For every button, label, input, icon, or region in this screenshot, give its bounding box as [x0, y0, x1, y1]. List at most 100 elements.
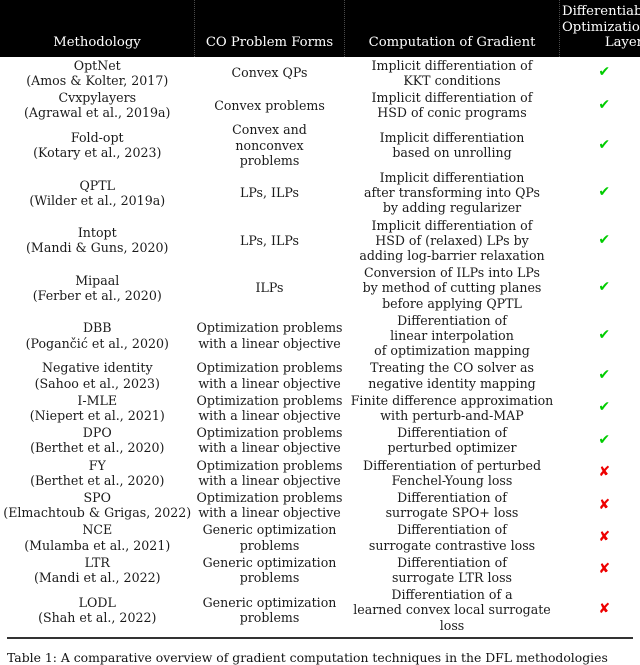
cell-differentiable-layer: ✔ [560, 169, 640, 217]
check-icon: ✔ [598, 279, 610, 295]
cell-gradient: Differentiation of perturbed Fenchel-You… [345, 457, 560, 489]
check-icon: ✔ [598, 432, 610, 448]
cell-problem-forms: Optimization problems with a linear obje… [195, 312, 345, 360]
cell-differentiable-layer: ✔ [560, 312, 640, 360]
cell-differentiable-layer: ✘ [560, 489, 640, 521]
cell-differentiable-layer: ✘ [560, 554, 640, 586]
cross-icon: ✘ [598, 497, 610, 513]
cell-methodology: LODL (Shah et al., 2022) [0, 586, 195, 634]
cell-problem-forms: LPs, ILPs [195, 217, 345, 265]
table-row: SPO (Elmachtoub & Grigas, 2022)Optimizat… [0, 489, 640, 521]
cross-icon: ✘ [598, 601, 610, 617]
cell-gradient: Differentiation of surrogate LTR loss [345, 554, 560, 586]
cell-differentiable-layer: ✔ [560, 217, 640, 265]
cell-gradient: Treating the CO solver as negative ident… [345, 359, 560, 391]
cross-icon: ✘ [598, 464, 610, 480]
check-icon: ✔ [598, 184, 610, 200]
check-icon: ✔ [598, 97, 610, 113]
cell-differentiable-layer: ✔ [560, 392, 640, 424]
cell-differentiable-layer: ✔ [560, 424, 640, 456]
cell-methodology: Intopt (Mandi & Guns, 2020) [0, 217, 195, 265]
cell-gradient: Implicit differentiation of HSD of (rela… [345, 217, 560, 265]
cell-problem-forms: Optimization problems with a linear obje… [195, 359, 345, 391]
column-header-co-problem-forms: CO Problem Forms [195, 0, 345, 57]
cell-methodology: Fold-opt (Kotary et al., 2023) [0, 121, 195, 169]
check-icon: ✔ [598, 367, 610, 383]
table-row: Negative identity (Sahoo et al., 2023)Op… [0, 359, 640, 391]
cell-problem-forms: Optimization problems with a linear obje… [195, 457, 345, 489]
cell-gradient: Conversion of ILPs into LPs by method of… [345, 264, 560, 312]
table-row: Intopt (Mandi & Guns, 2020)LPs, ILPsImpl… [0, 217, 640, 265]
cell-differentiable-layer: ✔ [560, 359, 640, 391]
cell-gradient: Differentiation of surrogate contrastive… [345, 521, 560, 553]
cell-differentiable-layer: ✔ [560, 121, 640, 169]
table-row: LTR (Mandi et al., 2022)Generic optimiza… [0, 554, 640, 586]
table-row: I-MLE (Niepert et al., 2021)Optimization… [0, 392, 640, 424]
cell-methodology: NCE (Mulamba et al., 2021) [0, 521, 195, 553]
check-icon: ✔ [598, 327, 610, 343]
cell-gradient: Differentiation of perturbed optimizer [345, 424, 560, 456]
check-icon: ✔ [598, 232, 610, 248]
cell-gradient: Implicit differentiation of HSD of conic… [345, 89, 560, 121]
cell-methodology: FY (Berthet et al., 2020) [0, 457, 195, 489]
cell-differentiable-layer: ✘ [560, 457, 640, 489]
cell-problem-forms: Generic optimization problems [195, 554, 345, 586]
cell-differentiable-layer: ✘ [560, 521, 640, 553]
cell-gradient: Implicit differentiation of KKT conditio… [345, 57, 560, 89]
cell-methodology: DBB (Pogančić et al., 2020) [0, 312, 195, 360]
table-row: LODL (Shah et al., 2022)Generic optimiza… [0, 586, 640, 634]
cell-problem-forms: Optimization problems with a linear obje… [195, 392, 345, 424]
cell-differentiable-layer: ✔ [560, 57, 640, 89]
cross-icon: ✘ [598, 529, 610, 545]
cell-problem-forms: Convex QPs [195, 57, 345, 89]
cell-gradient: Differentiation of linear interpolation … [345, 312, 560, 360]
table-row: OptNet (Amos & Kolter, 2017)Convex QPsIm… [0, 57, 640, 89]
table-row: FY (Berthet et al., 2020)Optimization pr… [0, 457, 640, 489]
cell-methodology: Mipaal (Ferber et al., 2020) [0, 264, 195, 312]
table-header: Methodology CO Problem Forms Computation… [0, 0, 640, 57]
dfl-methodology-table: Methodology CO Problem Forms Computation… [0, 0, 640, 634]
table-row: DPO (Berthet et al., 2020)Optimization p… [0, 424, 640, 456]
cell-methodology: Negative identity (Sahoo et al., 2023) [0, 359, 195, 391]
cell-problem-forms: Convex problems [195, 89, 345, 121]
table-row: Fold-opt (Kotary et al., 2023)Convex and… [0, 121, 640, 169]
table-bottom-rule [7, 637, 633, 639]
table-caption: Table 1: A comparative overview of gradi… [7, 650, 633, 665]
column-header-differentiable-optimization-layer: Differentiable Optimization Layer [560, 0, 640, 57]
cell-methodology: DPO (Berthet et al., 2020) [0, 424, 195, 456]
table-row: Cvxpylayers (Agrawal et al., 2019a)Conve… [0, 89, 640, 121]
cell-methodology: OptNet (Amos & Kolter, 2017) [0, 57, 195, 89]
table-row: NCE (Mulamba et al., 2021)Generic optimi… [0, 521, 640, 553]
check-icon: ✔ [598, 399, 610, 415]
cell-gradient: Finite difference approximation with per… [345, 392, 560, 424]
cell-problem-forms: Generic optimization problems [195, 521, 345, 553]
table-row: QPTL (Wilder et al., 2019a)LPs, ILPsImpl… [0, 169, 640, 217]
table-header-row: Methodology CO Problem Forms Computation… [0, 0, 640, 57]
cell-differentiable-layer: ✘ [560, 586, 640, 634]
cell-methodology: I-MLE (Niepert et al., 2021) [0, 392, 195, 424]
cell-problem-forms: Generic optimization problems [195, 586, 345, 634]
cell-problem-forms: Optimization problems with a linear obje… [195, 424, 345, 456]
cell-gradient: Implicit differentiation based on unroll… [345, 121, 560, 169]
cell-methodology: LTR (Mandi et al., 2022) [0, 554, 195, 586]
cell-gradient: Implicit differentiation after transform… [345, 169, 560, 217]
cell-methodology: SPO (Elmachtoub & Grigas, 2022) [0, 489, 195, 521]
cell-differentiable-layer: ✔ [560, 264, 640, 312]
cell-problem-forms: Optimization problems with a linear obje… [195, 489, 345, 521]
column-header-methodology: Methodology [0, 0, 195, 57]
cell-methodology: QPTL (Wilder et al., 2019a) [0, 169, 195, 217]
table-row: Mipaal (Ferber et al., 2020)ILPsConversi… [0, 264, 640, 312]
cell-problem-forms: Convex and nonconvex problems [195, 121, 345, 169]
cell-gradient: Differentiation of surrogate SPO+ loss [345, 489, 560, 521]
table-row: DBB (Pogančić et al., 2020)Optimization … [0, 312, 640, 360]
table-body: OptNet (Amos & Kolter, 2017)Convex QPsIm… [0, 57, 640, 634]
cross-icon: ✘ [598, 561, 610, 577]
check-icon: ✔ [598, 137, 610, 153]
cell-methodology: Cvxpylayers (Agrawal et al., 2019a) [0, 89, 195, 121]
cell-problem-forms: LPs, ILPs [195, 169, 345, 217]
column-header-computation-of-gradient: Computation of Gradient [345, 0, 560, 57]
cell-gradient: Differentiation of a learned convex loca… [345, 586, 560, 634]
check-icon: ✔ [598, 64, 610, 80]
figure-page: Methodology CO Problem Forms Computation… [0, 0, 640, 655]
cell-differentiable-layer: ✔ [560, 89, 640, 121]
